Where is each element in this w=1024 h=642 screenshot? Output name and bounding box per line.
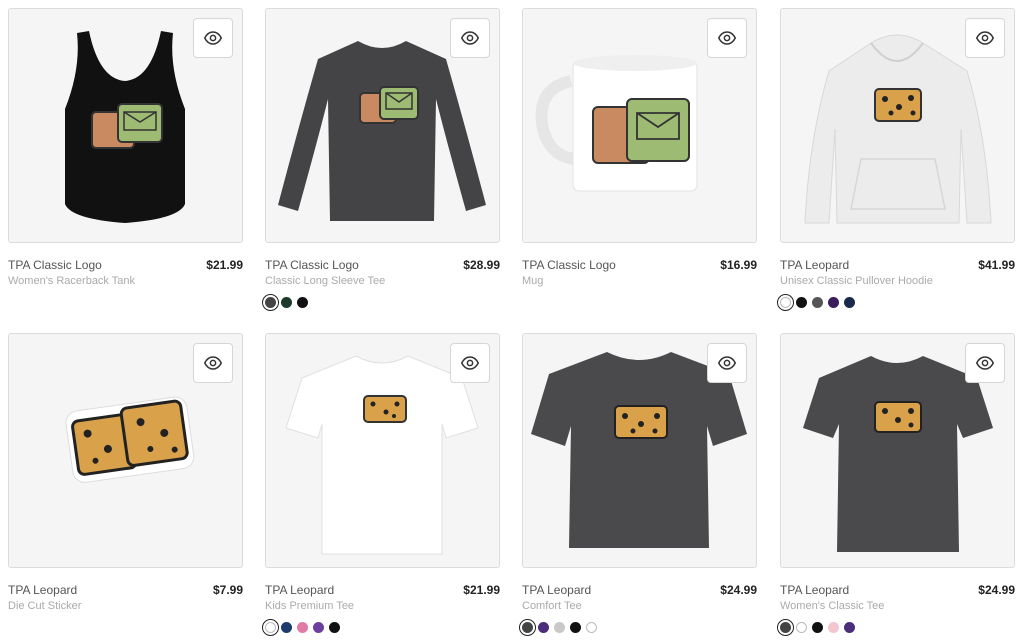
product-price: $41.99: [978, 258, 1015, 272]
color-swatch[interactable]: [262, 619, 279, 636]
product-card[interactable]: TPA Leopard Die Cut Sticker $7.99: [8, 333, 243, 621]
color-swatches: [262, 619, 340, 636]
product-card[interactable]: TPA Leopard Comfort Tee $24.99: [519, 333, 757, 636]
color-swatch[interactable]: [812, 622, 823, 633]
product-title[interactable]: TPA Leopard: [265, 583, 334, 597]
quick-view-button[interactable]: [450, 343, 490, 383]
product-type: Mug: [522, 275, 544, 287]
eye-icon: [204, 356, 222, 370]
quick-view-button[interactable]: [450, 18, 490, 58]
color-swatch[interactable]: [570, 622, 581, 633]
quick-view-button[interactable]: [965, 18, 1005, 58]
product-price: $24.99: [978, 583, 1015, 597]
product-image[interactable]: [780, 8, 1015, 243]
eye-icon: [461, 31, 479, 45]
color-swatch[interactable]: [262, 294, 279, 311]
product-price: $7.99: [212, 583, 243, 597]
quick-view-button[interactable]: [965, 343, 1005, 383]
product-type: Classic Long Sleeve Tee: [265, 275, 386, 287]
product-title[interactable]: TPA Classic Logo: [265, 258, 359, 272]
quick-view-button[interactable]: [707, 343, 747, 383]
eye-icon: [461, 356, 479, 370]
product-title[interactable]: TPA Classic Logo: [522, 258, 616, 272]
product-type: Unisex Classic Pullover Hoodie: [780, 275, 933, 287]
color-swatch[interactable]: [281, 297, 292, 308]
color-swatches: [262, 294, 308, 311]
color-swatch[interactable]: [538, 622, 549, 633]
product-price: $21.99: [206, 258, 243, 272]
color-swatch[interactable]: [313, 622, 324, 633]
quick-view-button[interactable]: [707, 18, 747, 58]
color-swatch[interactable]: [777, 619, 794, 636]
product-card[interactable]: TPA Classic Logo Women's Racerback Tank …: [8, 8, 243, 296]
quick-view-button[interactable]: [193, 18, 233, 58]
product-card[interactable]: TPA Leopard Women's Classic Tee $24.99: [777, 333, 1015, 636]
eye-icon: [718, 31, 736, 45]
color-swatch[interactable]: [844, 297, 855, 308]
color-swatch[interactable]: [796, 622, 807, 633]
color-swatch[interactable]: [519, 619, 536, 636]
color-swatch[interactable]: [297, 622, 308, 633]
product-card[interactable]: TPA Leopard Unisex Classic Pullover Hood…: [777, 8, 1015, 311]
product-image[interactable]: [265, 333, 500, 568]
product-type: Die Cut Sticker: [8, 600, 82, 612]
eye-icon: [718, 356, 736, 370]
product-card[interactable]: TPA Classic Logo Mug $16.99: [522, 8, 757, 296]
color-swatch[interactable]: [329, 622, 340, 633]
product-price: $24.99: [720, 583, 757, 597]
product-title[interactable]: TPA Leopard: [522, 583, 591, 597]
product-image[interactable]: [265, 8, 500, 243]
eye-icon: [976, 356, 994, 370]
color-swatches: [777, 619, 855, 636]
product-price: $16.99: [720, 258, 757, 272]
product-price: $21.99: [463, 583, 500, 597]
color-swatch[interactable]: [844, 622, 855, 633]
color-swatch[interactable]: [586, 622, 597, 633]
color-swatch[interactable]: [828, 297, 839, 308]
color-swatch[interactable]: [812, 297, 823, 308]
color-swatches: [777, 294, 855, 311]
product-type: Women's Racerback Tank: [8, 275, 136, 287]
color-swatch[interactable]: [281, 622, 292, 633]
quick-view-button[interactable]: [193, 343, 233, 383]
product-price: $28.99: [463, 258, 500, 272]
color-swatch[interactable]: [297, 297, 308, 308]
product-grid: TPA Classic Logo Women's Racerback Tank …: [0, 0, 1024, 642]
color-swatches: [519, 619, 597, 636]
product-image[interactable]: [8, 8, 243, 243]
product-image[interactable]: [522, 8, 757, 243]
product-type: Kids Premium Tee: [265, 600, 355, 612]
product-type: Comfort Tee: [522, 600, 582, 612]
product-title[interactable]: TPA Classic Logo: [8, 258, 102, 272]
color-swatch[interactable]: [828, 622, 839, 633]
color-swatch[interactable]: [796, 297, 807, 308]
product-title[interactable]: TPA Leopard: [780, 583, 849, 597]
product-type: Women's Classic Tee: [780, 600, 885, 612]
eye-icon: [976, 31, 994, 45]
color-swatch[interactable]: [554, 622, 565, 633]
product-image[interactable]: [522, 333, 757, 568]
product-title[interactable]: TPA Leopard: [8, 583, 77, 597]
eye-icon: [204, 31, 222, 45]
product-title[interactable]: TPA Leopard: [780, 258, 849, 272]
product-card[interactable]: TPA Classic Logo Classic Long Sleeve Tee…: [262, 8, 500, 311]
product-image[interactable]: [8, 333, 243, 568]
product-card[interactable]: TPA Leopard Kids Premium Tee $21.99: [262, 333, 500, 636]
product-image[interactable]: [780, 333, 1015, 568]
color-swatch[interactable]: [777, 294, 794, 311]
